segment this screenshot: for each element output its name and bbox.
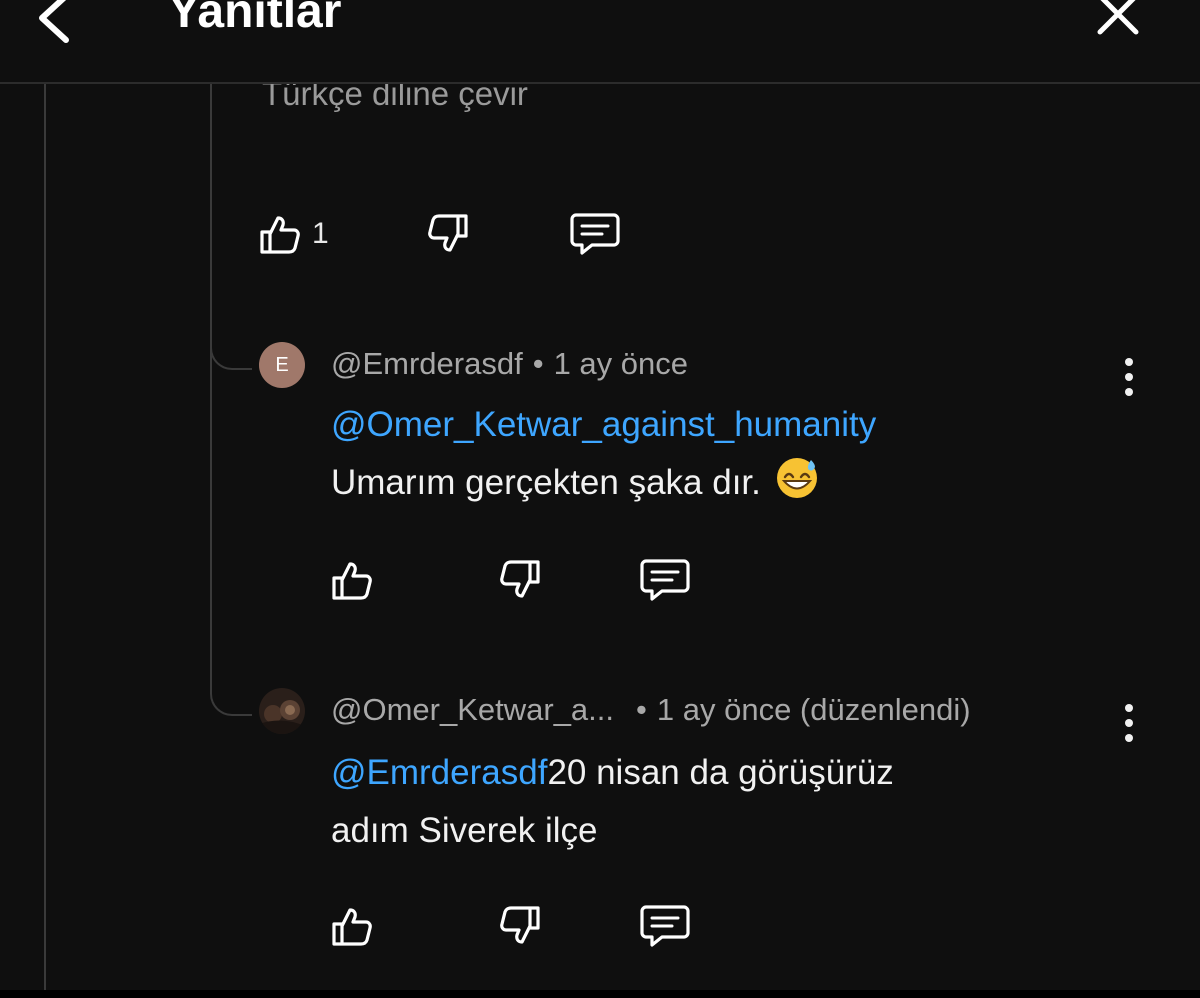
comment-actions <box>328 552 728 608</box>
dislike-button[interactable] <box>496 552 544 608</box>
reply-button[interactable] <box>638 898 692 954</box>
more-options-button[interactable] <box>1114 352 1144 402</box>
dot <box>1125 719 1133 727</box>
comment-author[interactable]: @Omer_Ketwar_a... <box>331 692 614 727</box>
bottom-edge <box>0 990 1200 998</box>
close-button[interactable] <box>1090 0 1146 42</box>
comment-icon <box>640 559 690 601</box>
avatar-letter: E <box>275 353 289 376</box>
like-button[interactable] <box>328 552 376 608</box>
dot <box>1125 734 1133 742</box>
dislike-button[interactable] <box>496 898 544 954</box>
comment-actions: 1 <box>256 206 656 262</box>
comment-text: adım Siverek ilçe <box>331 811 598 850</box>
back-button[interactable] <box>30 0 80 52</box>
dislike-button[interactable] <box>424 206 472 262</box>
avatar[interactable]: E <box>259 342 305 388</box>
meta-separator: • <box>636 692 647 727</box>
comment-actions <box>328 898 728 954</box>
avatar[interactable] <box>259 688 305 734</box>
thumbs-down-icon <box>500 906 540 944</box>
dot <box>1125 373 1133 381</box>
thumbs-up-icon <box>332 908 372 946</box>
comment-body: @Emrderasdf20 nisan da görüşürüz adım Si… <box>331 744 1091 860</box>
reply-button[interactable] <box>568 206 622 262</box>
thumbs-up-icon <box>260 216 300 254</box>
dot <box>1125 388 1133 396</box>
comment-time: 1 ay önce (düzenlendi) <box>656 692 971 727</box>
thumbs-down-icon <box>428 214 468 252</box>
header: Yanıtlar <box>0 0 1200 84</box>
chevron-left-icon <box>39 0 69 43</box>
like-button[interactable]: 1 <box>256 206 329 262</box>
replies-panel: Yanıtlar Türkçe diline çevir 1 E @Emrder… <box>0 0 1200 998</box>
mention-link[interactable]: @Omer_Ketwar_against_humanity <box>331 405 876 444</box>
grinning-sweat-emoji-icon <box>776 458 817 498</box>
thread-connector <box>210 684 252 716</box>
comment-text: 20 nisan da görüşürüz <box>547 753 894 792</box>
comment-meta: @Omer_Ketwar_a... • 1 ay önce (düzenlendi) <box>331 690 971 730</box>
like-button[interactable] <box>328 898 376 954</box>
comment-text: Umarım gerçekten şaka dır. <box>331 463 761 502</box>
profile-photo <box>259 688 305 734</box>
comment-body: @Omer_Ketwar_against_humanity Umarım ger… <box>331 396 1091 512</box>
meta-separator: • <box>532 346 544 381</box>
thread-connector <box>210 338 252 370</box>
reply-button[interactable] <box>638 552 692 608</box>
thumbs-up-icon <box>332 562 372 600</box>
dot <box>1125 358 1133 366</box>
page-title: Yanıtlar <box>168 0 342 38</box>
dot <box>1125 704 1133 712</box>
close-icon <box>1097 0 1139 35</box>
more-options-button[interactable] <box>1114 698 1144 748</box>
thread-line <box>44 84 46 998</box>
mention-link[interactable]: @Emrderasdf <box>331 753 547 792</box>
comment-meta: @Emrderasdf • 1 ay önce <box>331 344 688 384</box>
thumbs-down-icon <box>500 560 540 598</box>
comment-icon <box>570 213 620 255</box>
like-count: 1 <box>312 217 329 250</box>
comment-icon <box>640 905 690 947</box>
thread-line <box>210 84 212 684</box>
comment-time: 1 ay önce <box>553 346 688 381</box>
comment-author[interactable]: @Emrderasdf <box>331 346 523 381</box>
